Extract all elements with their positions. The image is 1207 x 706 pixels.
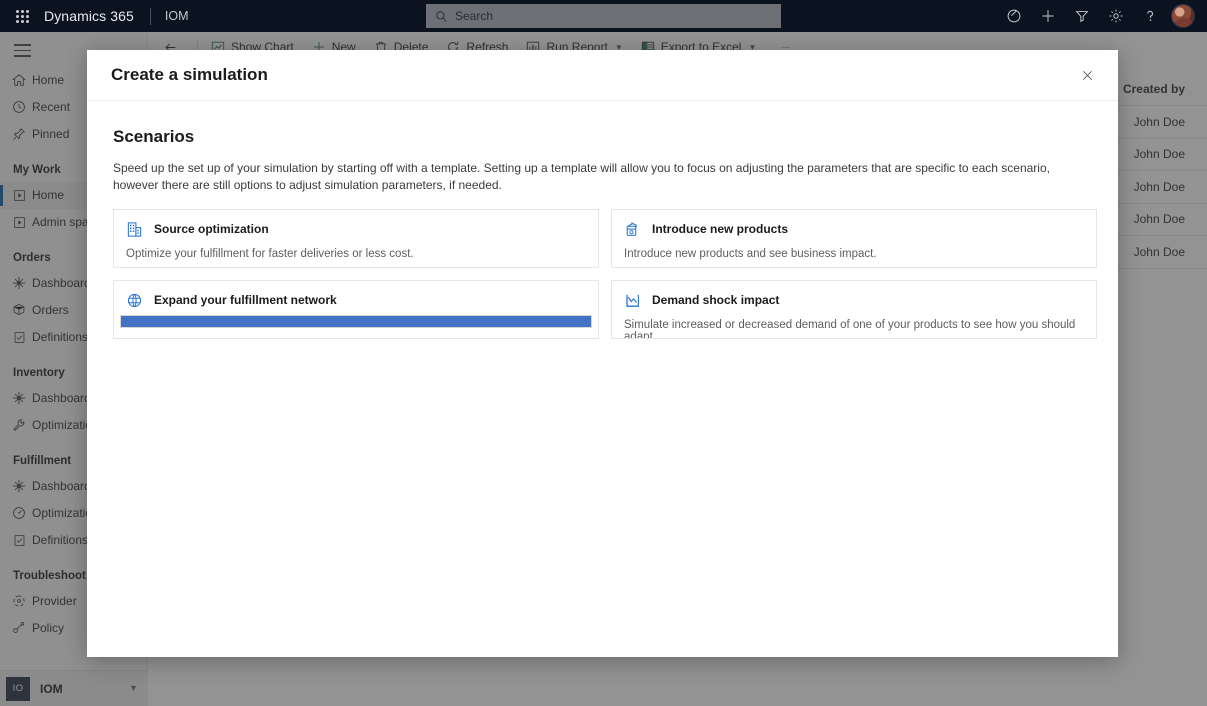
cube-icon bbox=[624, 221, 646, 238]
waffle-grid bbox=[15, 9, 29, 23]
card-header: Demand shock impact bbox=[624, 290, 1084, 310]
card-subtitle: Optimize your fulfillment for faster del… bbox=[126, 248, 414, 260]
search-placeholder: Search bbox=[455, 9, 494, 23]
section-title: Scenarios bbox=[113, 127, 195, 146]
card-subtitle: Introduce new products and see business … bbox=[624, 248, 877, 260]
app-launcher-icon[interactable] bbox=[0, 9, 44, 23]
scenario-card-demand-shock-impact[interactable]: Demand shock impact Simulate increased o… bbox=[611, 280, 1097, 339]
card-title: Demand shock impact bbox=[652, 293, 780, 307]
gear-icon[interactable] bbox=[1099, 0, 1133, 32]
plus-icon[interactable] bbox=[1031, 0, 1065, 32]
card-header: Introduce new products bbox=[624, 219, 1084, 239]
avatar[interactable] bbox=[1171, 4, 1195, 28]
linechart-icon bbox=[624, 292, 646, 309]
pin-annotate-icon[interactable] bbox=[997, 0, 1031, 32]
scenario-card-expand-fulfillment-network[interactable]: Expand your fulfillment network bbox=[113, 280, 599, 339]
close-icon[interactable] bbox=[1070, 58, 1104, 92]
app-bar-actions bbox=[997, 0, 1203, 32]
question-icon[interactable] bbox=[1133, 0, 1167, 32]
card-subtitle: Simulate increased or decreased demand o… bbox=[624, 319, 1076, 339]
dialog-body: Scenarios Speed up the set up of your si… bbox=[87, 101, 1118, 657]
top-app-bar: Dynamics 365 IOM Search bbox=[0, 0, 1207, 32]
loading-progress-bar bbox=[120, 315, 592, 328]
search-container: Search bbox=[426, 4, 781, 28]
card-title: Expand your fulfillment network bbox=[154, 293, 337, 307]
search-icon bbox=[435, 10, 448, 23]
search-input[interactable]: Search bbox=[426, 4, 781, 28]
building-icon bbox=[126, 221, 148, 238]
globe-icon bbox=[126, 292, 148, 309]
card-title: Introduce new products bbox=[652, 222, 789, 236]
scenario-card-source-optimization[interactable]: Source optimization Optimize your fulfil… bbox=[113, 209, 599, 268]
app-root: Home Recent Pinned My Work Home bbox=[0, 0, 1207, 706]
brand-divider bbox=[149, 7, 151, 25]
filter-icon[interactable] bbox=[1065, 0, 1099, 32]
scenario-card-introduce-new-products[interactable]: Introduce new products Introduce new pro… bbox=[611, 209, 1097, 268]
scenario-card-grid: Source optimization Optimize your fulfil… bbox=[113, 209, 1097, 339]
dialog-header: Create a simulation bbox=[87, 50, 1118, 101]
loading-progress-fill bbox=[121, 316, 591, 327]
card-header: Source optimization bbox=[126, 219, 586, 239]
create-simulation-dialog: Create a simulation Scenarios Speed up t… bbox=[87, 50, 1118, 657]
brand-title: Dynamics 365 bbox=[44, 8, 134, 24]
app-name: IOM bbox=[164, 9, 189, 23]
dialog-title: Create a simulation bbox=[111, 65, 268, 84]
section-description: Speed up the set up of your simulation b… bbox=[113, 161, 1050, 192]
card-header: Expand your fulfillment network bbox=[126, 290, 586, 310]
card-title: Source optimization bbox=[154, 222, 269, 236]
